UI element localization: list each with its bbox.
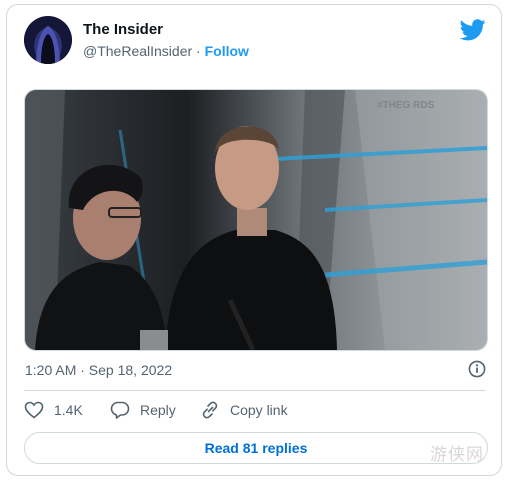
like-button[interactable]: 1.4K <box>24 401 83 419</box>
divider <box>24 390 486 391</box>
handle[interactable]: @TheRealInsider <box>83 43 192 59</box>
info-icon[interactable] <box>468 360 486 378</box>
separator: · <box>196 43 201 59</box>
reply-button[interactable]: Reply <box>110 401 176 419</box>
timestamp[interactable]: 1:20 AM · Sep 18, 2022 <box>25 362 172 378</box>
tweet-card: The Insider @TheRealInsider · Follow #TH… <box>6 4 502 476</box>
twitter-bird-icon[interactable] <box>460 19 486 41</box>
media-overlay-text: #THEG RDS <box>377 100 435 111</box>
action-bar: 1.4K Reply Copy link <box>24 401 488 423</box>
follow-button[interactable]: Follow <box>205 43 249 59</box>
avatar[interactable] <box>24 16 72 64</box>
speech-bubble-icon <box>110 401 130 419</box>
heart-icon <box>24 401 44 419</box>
handle-row: @TheRealInsider · Follow <box>83 43 249 59</box>
copy-link-label: Copy link <box>230 402 288 418</box>
tweet-image[interactable]: #THEG RDS <box>24 89 488 351</box>
like-count: 1.4K <box>54 402 83 418</box>
link-icon <box>202 401 218 419</box>
reply-label: Reply <box>140 402 176 418</box>
copy-link-button[interactable]: Copy link <box>200 401 288 419</box>
read-replies-button[interactable]: Read 81 replies <box>24 432 488 464</box>
display-name[interactable]: The Insider <box>83 21 163 38</box>
watermark: 游侠网 <box>430 445 484 465</box>
